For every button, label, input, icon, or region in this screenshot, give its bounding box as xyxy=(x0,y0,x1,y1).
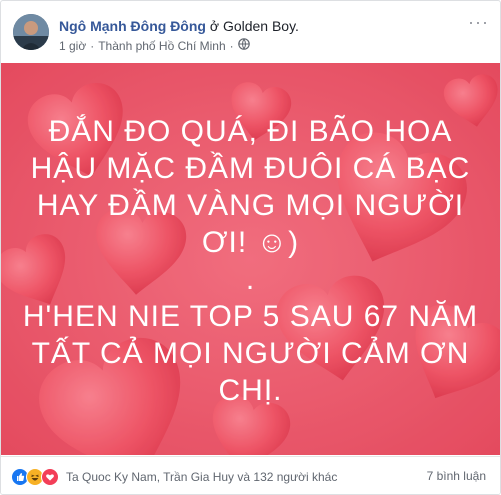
post-time[interactable]: 1 giờ xyxy=(59,39,86,53)
post-header: Ngô Mạnh Đông Đông ở Golden Boy. 1 giờ ·… xyxy=(1,1,500,61)
reactions-summary[interactable]: Ta Quoc Ky Nam, Trần Gia Huy và 132 ngườ… xyxy=(11,468,337,486)
post-text-line-7: TẤT CẢ MỌI NGƯỜI CẢM ƠN xyxy=(31,337,470,370)
globe-icon[interactable] xyxy=(237,38,250,53)
location-prefix: ở xyxy=(209,18,220,34)
meta-separator: · xyxy=(90,38,95,53)
location-link[interactable]: Golden Boy. xyxy=(223,18,299,34)
post-text-line-4: ƠI! ☺) xyxy=(201,226,300,259)
comments-count-link[interactable]: 7 bình luận xyxy=(427,469,486,483)
post-text-line-6: H'HEN NIE TOP 5 SAU 67 NĂM xyxy=(22,300,479,333)
post-text-line-1: ĐẮN ĐO QUÁ, ĐI BÃO HOA xyxy=(48,115,453,148)
love-icon xyxy=(41,468,59,486)
author-line: Ngô Mạnh Đông Đông ở Golden Boy. xyxy=(59,18,299,34)
reactions-text[interactable]: Ta Quoc Ky Nam, Trần Gia Huy và 132 ngườ… xyxy=(66,470,337,484)
post-card: Ngô Mạnh Đông Đông ở Golden Boy. 1 giờ ·… xyxy=(0,0,501,495)
post-image[interactable]: ĐẮN ĐO QUÁ, ĐI BÃO HOA HẬU MẶC ĐẦM ĐUÔI … xyxy=(1,63,500,455)
post-text: ĐẮN ĐO QUÁ, ĐI BÃO HOA HẬU MẶC ĐẦM ĐUÔI … xyxy=(1,113,500,409)
post-text-line-3: HAY ĐẦM VÀNG MỌI NGƯỜI xyxy=(36,189,465,222)
post-text-line-2: HẬU MẶC ĐẦM ĐUÔI CÁ BẠC xyxy=(30,152,471,185)
avatar-photo xyxy=(13,14,49,50)
post-text-line-8: CHỊ. xyxy=(218,374,283,407)
meta-separator-2: · xyxy=(229,38,234,53)
post-text-line-5: . xyxy=(245,263,256,296)
post-footer: Ta Quoc Ky Nam, Trần Gia Huy và 132 ngườ… xyxy=(1,456,500,494)
post-meta: 1 giờ · Thành phố Hồ Chí Minh · xyxy=(59,38,250,53)
author-avatar[interactable] xyxy=(13,14,49,50)
post-place[interactable]: Thành phố Hồ Chí Minh xyxy=(98,39,225,53)
author-name-link[interactable]: Ngô Mạnh Đông Đông xyxy=(59,18,206,34)
more-options-icon[interactable]: ··· xyxy=(468,13,488,35)
